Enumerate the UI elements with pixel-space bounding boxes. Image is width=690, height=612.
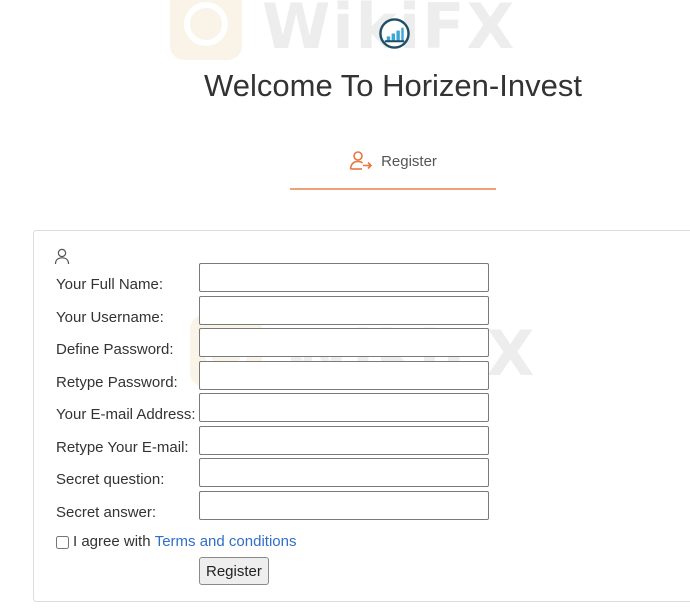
secret-answer-label: Secret answer:: [56, 504, 157, 521]
secret-question-input[interactable]: [199, 458, 489, 487]
user-outline-icon: [54, 248, 70, 265]
tab-register-label: Register: [381, 153, 437, 170]
secret-question-label: Secret question:: [56, 471, 165, 488]
password-input[interactable]: [199, 328, 489, 357]
bar-chart-logo-icon: [379, 18, 410, 49]
retype-email-input[interactable]: [199, 426, 489, 455]
retype-password-input[interactable]: [199, 361, 489, 390]
user-arrow-icon: [349, 151, 373, 170]
page-title: Welcome To Horizen-Invest: [204, 68, 582, 103]
terms-agreement: I agree with Terms and conditions: [56, 533, 296, 551]
terms-checkbox[interactable]: [56, 535, 69, 549]
terms-prefix: I agree with: [73, 533, 151, 550]
password-label: Define Password:: [56, 341, 174, 358]
full-name-input[interactable]: [199, 263, 489, 292]
terms-link[interactable]: Terms and conditions: [155, 533, 297, 551]
secret-answer-input[interactable]: [199, 491, 489, 520]
retype-password-label: Retype Password:: [56, 374, 178, 391]
email-input[interactable]: [199, 393, 489, 422]
email-label: Your E-mail Address:: [56, 406, 196, 423]
retype-email-label: Retype Your E-mail:: [56, 439, 189, 456]
username-label: Your Username:: [56, 309, 164, 326]
tab-register[interactable]: Register: [290, 146, 496, 190]
registration-form: Your Full Name: Your Username: Define Pa…: [33, 230, 690, 602]
watermark-logo-icon: [170, 0, 242, 60]
username-input[interactable]: [199, 296, 489, 325]
register-button[interactable]: Register: [199, 557, 269, 585]
full-name-label: Your Full Name:: [56, 276, 163, 293]
